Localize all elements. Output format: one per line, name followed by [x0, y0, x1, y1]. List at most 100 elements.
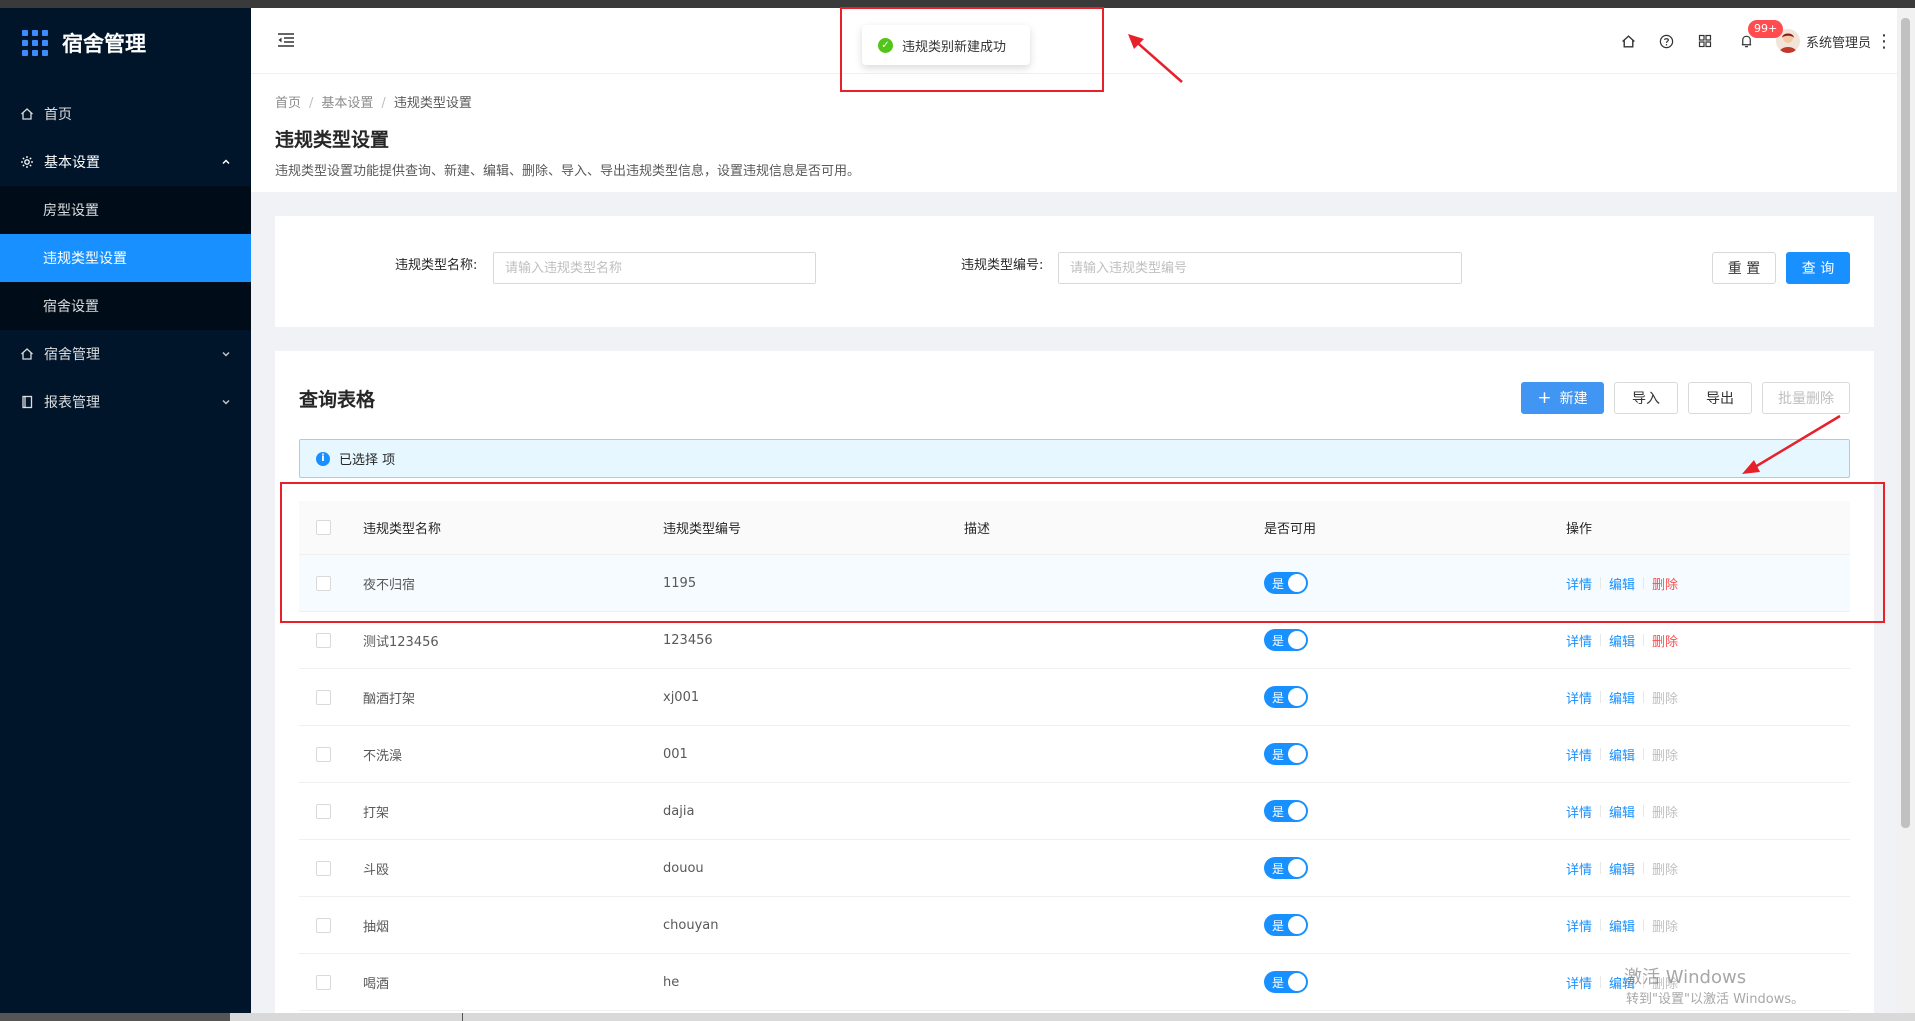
reset-button[interactable]: 重 置 — [1712, 252, 1776, 284]
row-actions: 详情 编辑 删除 — [1566, 688, 1678, 707]
enabled-toggle[interactable]: 是 — [1264, 857, 1308, 879]
more-icon[interactable]: ⋮ — [1871, 31, 1897, 52]
app-grid-icon — [22, 30, 48, 56]
home-icon — [20, 347, 34, 361]
action-divider — [1600, 862, 1602, 874]
table-row: 抽烟 chouyan 是 详情 编辑 删除 — [299, 897, 1850, 954]
row-actions: 详情 编辑 删除 — [1566, 745, 1678, 764]
detail-link[interactable]: 详情 — [1566, 688, 1592, 707]
cell-name: 抽烟 — [363, 919, 390, 935]
action-divider — [1600, 691, 1602, 703]
app-title: 宿舍管理 — [62, 32, 146, 56]
toggle-label: 是 — [1272, 975, 1285, 990]
detail-link[interactable]: 详情 — [1566, 802, 1592, 821]
delete-link: 删除 — [1652, 805, 1679, 821]
enabled-toggle[interactable]: 是 — [1264, 914, 1308, 936]
import-button[interactable]: 导入 — [1614, 382, 1678, 414]
action-divider — [1600, 919, 1602, 931]
app-logo[interactable]: 宿舍管理 — [0, 8, 251, 78]
query-button[interactable]: 查 询 — [1786, 252, 1850, 284]
enabled-toggle[interactable]: 是 — [1264, 971, 1308, 993]
cell-code: 001 — [663, 746, 688, 762]
vertical-scrollbar[interactable] — [1897, 8, 1915, 1013]
enabled-toggle[interactable]: 是 — [1264, 743, 1308, 765]
table-title: 查询表格 — [299, 389, 376, 411]
sidebar-item-report-management[interactable]: 报表管理 — [0, 378, 251, 426]
row-checkbox[interactable] — [316, 974, 331, 990]
enabled-toggle[interactable]: 是 — [1264, 686, 1308, 708]
row-checkbox[interactable] — [316, 632, 331, 648]
sidebar-item-label: 宿舍设置 — [43, 299, 99, 315]
home-icon[interactable] — [1610, 8, 1648, 74]
header-actions: 99+ 系统管理员 ⋮ — [1610, 8, 1897, 74]
row-checkbox[interactable] — [316, 746, 331, 762]
table-row: 酗酒打架 xj001 是 详情 编辑 删除 — [299, 669, 1850, 726]
breadcrumb-item-home[interactable]: 首页 — [275, 96, 301, 111]
row-checkbox[interactable] — [316, 860, 331, 876]
detail-link[interactable]: 详情 — [1566, 916, 1592, 935]
action-divider — [1600, 748, 1602, 760]
edit-link[interactable]: 编辑 — [1609, 631, 1635, 650]
edit-link[interactable]: 编辑 — [1609, 859, 1635, 878]
user-name: 系统管理员 — [1805, 35, 1871, 51]
delete-link[interactable]: 删除 — [1652, 631, 1678, 650]
enabled-toggle[interactable]: 是 — [1264, 629, 1308, 651]
chevron-down-icon — [221, 347, 231, 363]
table-row: 打架 dajia 是 详情 编辑 删除 — [299, 783, 1850, 840]
cell-name: 酗酒打架 — [363, 691, 416, 707]
toggle-knob — [1288, 973, 1306, 991]
new-button[interactable]: + 新建 — [1521, 382, 1604, 414]
sidebar-item-dorm-settings[interactable]: 宿舍设置 — [0, 282, 251, 330]
sidebar-item-violation-type[interactable]: 违规类型设置 — [0, 234, 251, 282]
cell-code: chouyan — [663, 917, 719, 933]
sidebar-item-home[interactable]: 首页 — [0, 90, 251, 138]
row-actions: 详情 编辑 删除 — [1566, 631, 1678, 650]
edit-link[interactable]: 编辑 — [1609, 688, 1635, 707]
action-divider — [1643, 634, 1645, 646]
toggle-knob — [1288, 631, 1306, 649]
new-button-label: 新建 — [1559, 391, 1588, 407]
gear-icon — [20, 155, 34, 169]
windows-watermark-title: 激活 Windows — [1624, 967, 1747, 988]
row-checkbox[interactable] — [316, 917, 331, 933]
selection-text: 已选择 项 — [339, 453, 396, 468]
table-row: 喝酒 he 是详情 编辑 删除 — [299, 954, 1850, 1011]
delete-link: 删除 — [1652, 691, 1679, 707]
edit-link[interactable]: 编辑 — [1609, 916, 1635, 935]
bell-icon[interactable]: 99+ — [1724, 8, 1784, 74]
sidebar-item-label: 报表管理 — [44, 395, 100, 411]
row-actions: 详情 编辑 删除 — [1566, 802, 1678, 821]
row-checkbox[interactable] — [316, 689, 331, 705]
plus-icon: + — [1537, 387, 1552, 408]
user-menu[interactable]: 系统管理员 — [1775, 29, 1871, 53]
sidebar: 宿舍管理 首页 基本设置 房型设置 违规类型设置 宿舍设置 宿舍管理 报表管理 — [0, 8, 251, 1013]
toggle-knob — [1288, 802, 1306, 820]
row-checkbox[interactable] — [316, 803, 331, 819]
toggle-label: 是 — [1272, 747, 1285, 762]
violation-name-input[interactable] — [493, 252, 816, 284]
violation-code-input[interactable] — [1058, 252, 1462, 284]
sidebar-item-basic-settings[interactable]: 基本设置 — [0, 138, 251, 186]
action-divider — [1643, 691, 1645, 703]
enabled-toggle[interactable]: 是 — [1264, 800, 1308, 822]
sidebar-item-dorm-management[interactable]: 宿舍管理 — [0, 330, 251, 378]
action-divider — [1643, 748, 1645, 760]
toggle-label: 是 — [1272, 690, 1285, 705]
chevron-up-icon — [221, 155, 231, 171]
detail-link[interactable]: 详情 — [1566, 631, 1592, 650]
apps-icon[interactable] — [1686, 8, 1724, 74]
annotation-arrow-row — [1742, 414, 1841, 474]
sidebar-item-label: 宿舍管理 — [44, 347, 100, 363]
menu-fold-icon[interactable] — [277, 32, 295, 52]
help-icon[interactable] — [1648, 8, 1686, 74]
detail-link[interactable]: 详情 — [1566, 745, 1592, 764]
edit-link[interactable]: 编辑 — [1609, 745, 1635, 764]
table-row: 不洗澡 001 是 详情 编辑 删除 — [299, 726, 1850, 783]
detail-link[interactable]: 详情 — [1566, 859, 1592, 878]
detail-link[interactable]: 详情 — [1566, 973, 1592, 992]
edit-link[interactable]: 编辑 — [1609, 802, 1635, 821]
breadcrumb-item-basic[interactable]: 基本设置 — [321, 96, 373, 111]
sidebar-item-room-type[interactable]: 房型设置 — [0, 186, 251, 234]
export-button[interactable]: 导出 — [1688, 382, 1752, 414]
sidebar-item-label: 房型设置 — [43, 203, 99, 219]
